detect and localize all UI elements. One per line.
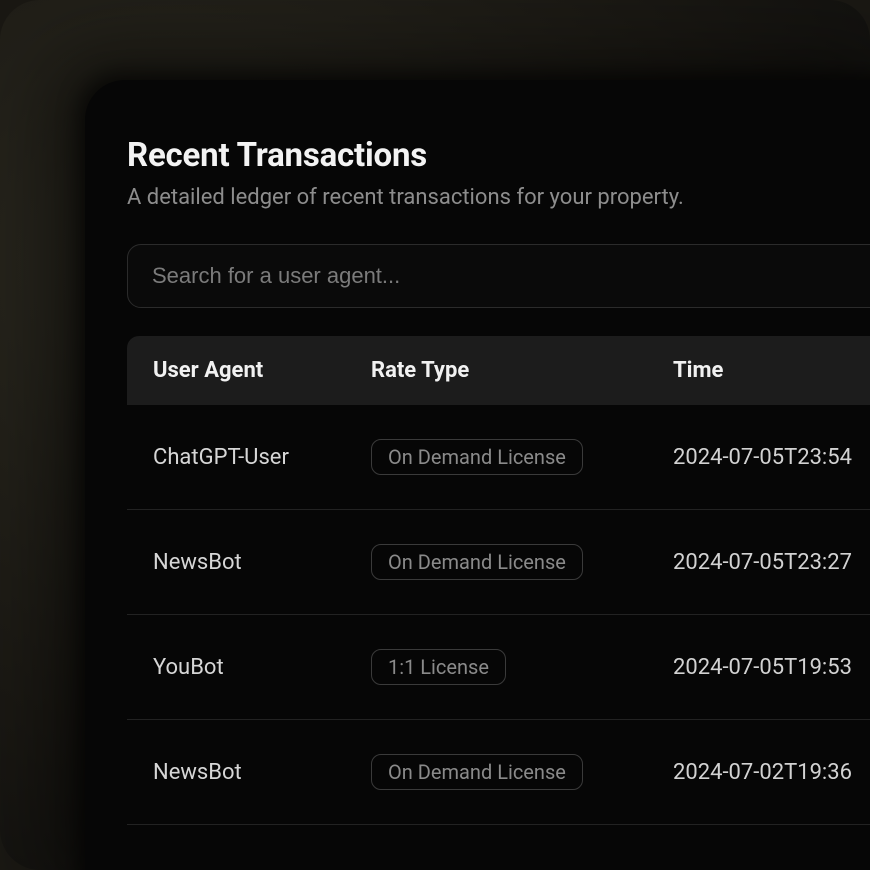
rate-badge: On Demand License bbox=[371, 439, 583, 475]
rate-badge: On Demand License bbox=[371, 754, 583, 790]
column-header-user-agent: User Agent bbox=[153, 358, 371, 383]
cell-user-agent: YouBot bbox=[153, 655, 371, 680]
cell-time: 2024-07-05T23:27 bbox=[673, 550, 870, 575]
page-title: Recent Transactions bbox=[127, 136, 870, 175]
cell-time: 2024-07-05T23:54 bbox=[673, 445, 870, 470]
cell-time: 2024-07-02T19:36 bbox=[673, 760, 870, 785]
search-container bbox=[127, 244, 870, 308]
rate-badge: On Demand License bbox=[371, 544, 583, 580]
table-row[interactable]: NewsBot On Demand License 2024-07-02T19:… bbox=[127, 720, 870, 825]
cell-user-agent: NewsBot bbox=[153, 760, 371, 785]
cell-rate-type: On Demand License bbox=[371, 754, 673, 790]
cell-time: 2024-07-05T19:53 bbox=[673, 655, 870, 680]
table-row[interactable]: NewsBot On Demand License 2024-07-05T23:… bbox=[127, 510, 870, 615]
table-body: ChatGPT-User On Demand License 2024-07-0… bbox=[127, 405, 870, 825]
cell-rate-type: On Demand License bbox=[371, 439, 673, 475]
table-row[interactable]: YouBot 1:1 License 2024-07-05T19:53 bbox=[127, 615, 870, 720]
transactions-table: User Agent Rate Type Time ChatGPT-User O… bbox=[127, 336, 870, 825]
cell-user-agent: NewsBot bbox=[153, 550, 371, 575]
column-header-time: Time bbox=[673, 358, 870, 383]
search-input[interactable] bbox=[127, 244, 870, 308]
transactions-panel: Recent Transactions A detailed ledger of… bbox=[85, 80, 870, 870]
cell-rate-type: On Demand License bbox=[371, 544, 673, 580]
page-subtitle: A detailed ledger of recent transactions… bbox=[127, 185, 870, 210]
table-header-row: User Agent Rate Type Time bbox=[127, 336, 870, 405]
rate-badge: 1:1 License bbox=[371, 649, 506, 685]
table-row[interactable]: ChatGPT-User On Demand License 2024-07-0… bbox=[127, 405, 870, 510]
column-header-rate-type: Rate Type bbox=[371, 358, 673, 383]
cell-rate-type: 1:1 License bbox=[371, 649, 673, 685]
cell-user-agent: ChatGPT-User bbox=[153, 445, 371, 470]
